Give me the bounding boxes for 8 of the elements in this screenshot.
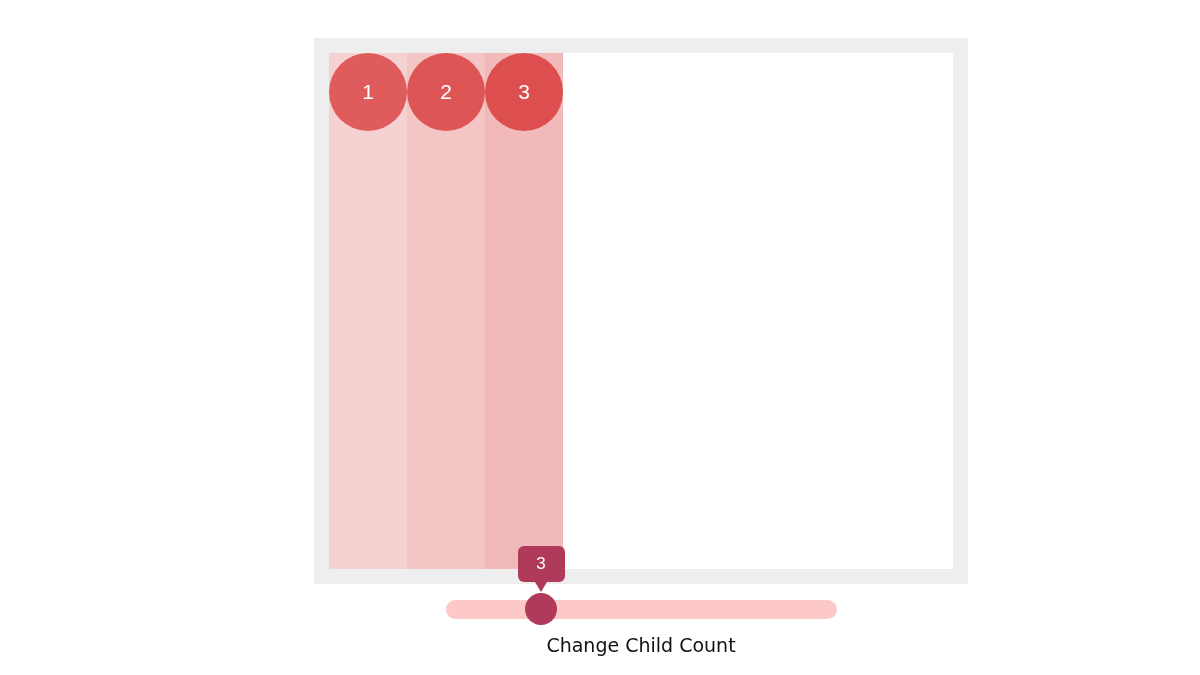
child-circle: 3 <box>485 53 563 131</box>
child-circle: 1 <box>329 53 407 131</box>
slider-thumb[interactable] <box>524 593 557 625</box>
tooltip-pointer-icon <box>534 582 547 592</box>
child-circle: 2 <box>407 53 485 131</box>
slider[interactable] <box>445 593 837 625</box>
value-tooltip: 3 <box>517 546 565 582</box>
slider-label: Change Child Count <box>546 634 736 656</box>
